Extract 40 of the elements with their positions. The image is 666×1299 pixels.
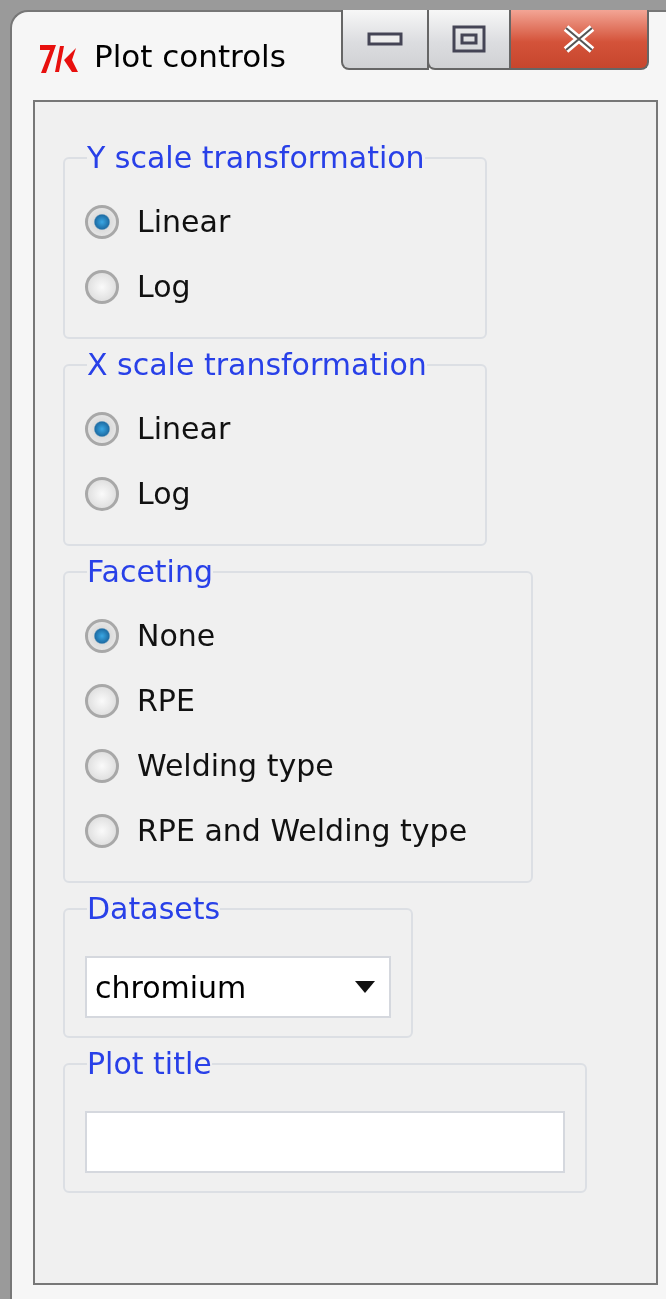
dropdown-arrow-icon xyxy=(355,981,375,993)
group-title: Y scale transformation xyxy=(87,140,425,175)
group-title: X scale transformation xyxy=(87,347,427,382)
minimize-button[interactable] xyxy=(341,10,429,70)
option-label: Linear xyxy=(137,204,231,239)
radio-button[interactable] xyxy=(85,683,119,718)
minimize-icon xyxy=(367,32,403,46)
radio-option[interactable]: RPE and Welding type xyxy=(85,798,511,863)
radio-button[interactable] xyxy=(85,204,119,239)
radio-button[interactable] xyxy=(85,748,119,783)
radio-button[interactable] xyxy=(85,813,119,848)
radio-option[interactable]: Linear xyxy=(85,189,465,254)
radio-option[interactable]: RPE xyxy=(85,668,511,733)
maximize-icon xyxy=(452,25,486,53)
dataset-dropdown[interactable]: chromium xyxy=(85,956,391,1018)
option-label: Log xyxy=(137,269,191,304)
radio-option[interactable]: None xyxy=(85,603,511,668)
group-title: Datasets xyxy=(87,891,221,926)
close-button[interactable] xyxy=(509,10,649,70)
maximize-button[interactable] xyxy=(427,10,511,70)
radio-option[interactable]: Log xyxy=(85,254,465,319)
radio-button[interactable] xyxy=(85,411,119,446)
radio-option[interactable]: Log xyxy=(85,461,465,526)
option-label: None xyxy=(137,618,216,653)
option-label: Log xyxy=(137,476,191,511)
option-label: Linear xyxy=(137,411,231,446)
feather-logo-icon xyxy=(38,42,80,76)
option-label: RPE xyxy=(137,683,195,718)
plot-title-field[interactable] xyxy=(85,1111,565,1173)
window-title: Plot controls xyxy=(94,38,286,74)
group-title: Plot title xyxy=(87,1046,212,1081)
radio-button[interactable] xyxy=(85,269,119,304)
option-label: RPE and Welding type xyxy=(137,813,468,848)
option-label: Welding type xyxy=(137,748,334,783)
group-title: Faceting xyxy=(87,554,213,589)
close-icon xyxy=(562,25,596,53)
radio-option[interactable]: Linear xyxy=(85,396,465,461)
radio-button[interactable] xyxy=(85,476,119,511)
radio-button[interactable] xyxy=(85,618,119,653)
radio-option[interactable]: Welding type xyxy=(85,733,511,798)
